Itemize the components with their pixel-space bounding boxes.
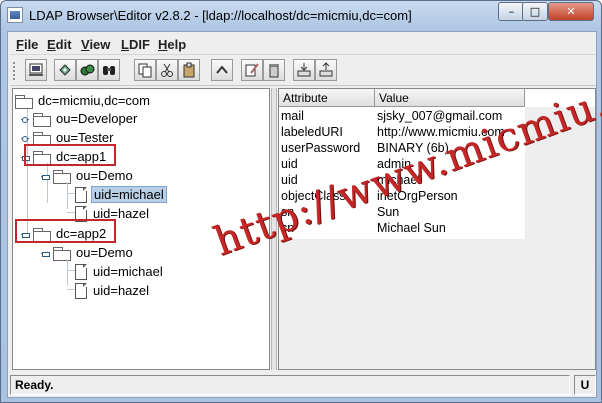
menu-help[interactable]: Help [158,37,186,52]
menu-file[interactable]: File [16,37,38,52]
column-header-attribute[interactable]: Attribute [279,89,375,107]
highlight-box-app2 [15,219,116,243]
folder-open-icon [53,246,71,261]
expand-handle-icon[interactable] [21,134,31,144]
value-cell[interactable]: Michael Sun [375,220,525,236]
menu-ldif[interactable]: LDIF [121,37,150,52]
client-area: File Edit View LDIF Help dc=micmiu,dc=co… [7,31,602,398]
tree-guide-line [47,163,48,203]
delete-icon[interactable] [263,59,285,81]
toolbar-grip[interactable] [12,61,16,81]
tree-node-hazel-app2[interactable]: uid=hazel [75,281,151,300]
table-empty-area [279,239,525,369]
copy-icon[interactable] [134,59,156,81]
tree-node-michael-app2[interactable]: uid=michael [75,262,165,281]
tree-node-demo-app2[interactable]: ou=Demo [53,243,135,262]
toolbar [10,54,596,86]
status-bar: Ready. U [10,373,596,395]
menu-edit[interactable]: Edit [47,37,72,52]
title-bar[interactable]: LDAP Browser\Editor v2.8.2 - [ldap://loc… [1,1,601,29]
folder-open-icon [53,169,71,184]
app-icon [7,7,23,23]
menu-bar: File Edit View LDIF Help [8,34,596,54]
app-window: LDAP Browser\Editor v2.8.2 - [ldap://loc… [0,0,602,403]
tree-root[interactable]: dc=micmiu,dc=com [15,91,152,110]
tree-node-developer[interactable]: ou=Developer [33,109,139,128]
window-title: LDAP Browser\Editor v2.8.2 - [ldap://loc… [29,8,412,23]
collapse-handle-icon[interactable] [41,249,51,259]
attribute-cell[interactable]: userPassword [279,140,375,156]
tree-guide-line [67,212,75,213]
tree-guide-line [67,270,75,271]
cut-icon[interactable] [156,59,178,81]
tree-guide-line [67,182,68,209]
tree-node-michael-app1[interactable]: uid=michael [75,185,167,204]
entry-icon [75,282,87,299]
edit-icon[interactable] [241,59,263,81]
tree-guide-line [67,193,75,194]
folder-icon [33,131,51,146]
tree-guide-line [67,259,68,286]
column-header-value[interactable]: Value [375,89,525,107]
highlight-box-app1 [24,144,116,166]
binoculars-icon[interactable] [98,59,120,81]
folder-open-icon [15,94,33,109]
export-icon[interactable] [293,59,315,81]
refresh-icon[interactable] [54,59,76,81]
entry-icon [75,263,87,280]
close-button[interactable]: ✕ [548,2,594,21]
paste-icon[interactable] [178,59,200,81]
collapse-handle-icon[interactable] [41,172,51,182]
status-indicator: U [574,375,596,395]
connect-icon[interactable] [25,59,47,81]
up-icon[interactable] [211,59,233,81]
maximize-button[interactable]: □ [522,2,548,21]
tree-node-demo-app1[interactable]: ou=Demo [53,166,135,185]
search-icon[interactable] [76,59,98,81]
minimize-button[interactable]: – [498,2,525,21]
folder-icon [33,112,51,127]
value-cell[interactable]: Sun [375,204,525,220]
expand-handle-icon[interactable] [21,115,31,125]
entry-icon [75,186,87,203]
attribute-cell[interactable]: labeledURI [279,124,375,140]
menu-view[interactable]: View [81,37,110,52]
status-text: Ready. [10,375,570,395]
import-icon[interactable] [315,59,337,81]
table-header: Attribute Value [279,89,525,107]
attribute-cell[interactable]: mail [279,108,375,124]
tree-guide-line [67,289,75,290]
